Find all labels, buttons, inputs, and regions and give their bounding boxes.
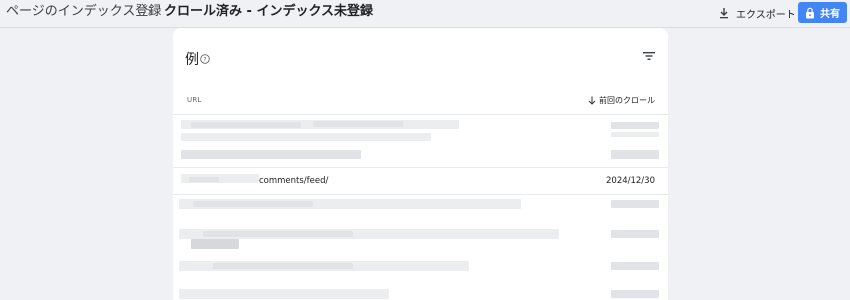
redacted-url [213, 263, 353, 269]
svg-text:?: ? [203, 56, 206, 63]
redacted-url [191, 239, 239, 249]
table-row[interactable] [173, 116, 668, 168]
arrow-down-icon [588, 96, 596, 105]
breadcrumb-separator: › [147, 4, 153, 20]
lock-icon [806, 7, 814, 18]
redacted-date [611, 262, 659, 270]
export-button[interactable]: エクスポート [718, 4, 796, 22]
redacted-date [611, 122, 659, 129]
share-label: 共有 [820, 9, 840, 20]
redacted-url [313, 121, 403, 127]
export-label: エクスポート [736, 9, 796, 21]
redacted-url [181, 133, 431, 141]
breadcrumb-parent[interactable]: ページのインデックス登録 [6, 4, 161, 20]
redacted-date [611, 150, 659, 159]
last-crawl-label: 前回のクロール [599, 96, 655, 105]
column-header-url[interactable]: URL [187, 96, 202, 104]
redacted-url [191, 122, 301, 128]
top-bar: ページのインデックス登録 › クロール済み - インデックス未登録 エクスポート… [0, 0, 850, 28]
redacted-url [179, 289, 389, 299]
page-title: クロール済み - インデックス未登録 [164, 4, 374, 19]
table-row[interactable] [173, 196, 668, 300]
row-divider [173, 194, 668, 195]
download-icon [720, 8, 728, 19]
row-url: comments/feed/ [259, 176, 329, 186]
redacted-date [611, 200, 659, 208]
card-title: 例 [185, 52, 199, 68]
redacted-url [193, 201, 313, 207]
row-divider [173, 114, 668, 115]
filter-icon[interactable] [642, 50, 656, 62]
share-button[interactable]: 共有 [798, 2, 847, 23]
redacted-url [189, 177, 219, 182]
row-date: 2024/12/30 [606, 176, 655, 186]
redacted-url [181, 150, 361, 159]
column-header-last-crawl[interactable]: 前回のクロール [588, 95, 655, 106]
help-icon[interactable]: ? [200, 54, 210, 64]
redacted-url [203, 231, 353, 237]
redacted-date [611, 230, 659, 238]
table-row[interactable]: comments/feed/ 2024/12/30 [173, 168, 668, 194]
redacted-date [611, 132, 659, 137]
redacted-date [611, 290, 659, 298]
examples-card: 例 ? URL 前回のクロール comments/feed/ 2024/12/3… [173, 28, 668, 300]
